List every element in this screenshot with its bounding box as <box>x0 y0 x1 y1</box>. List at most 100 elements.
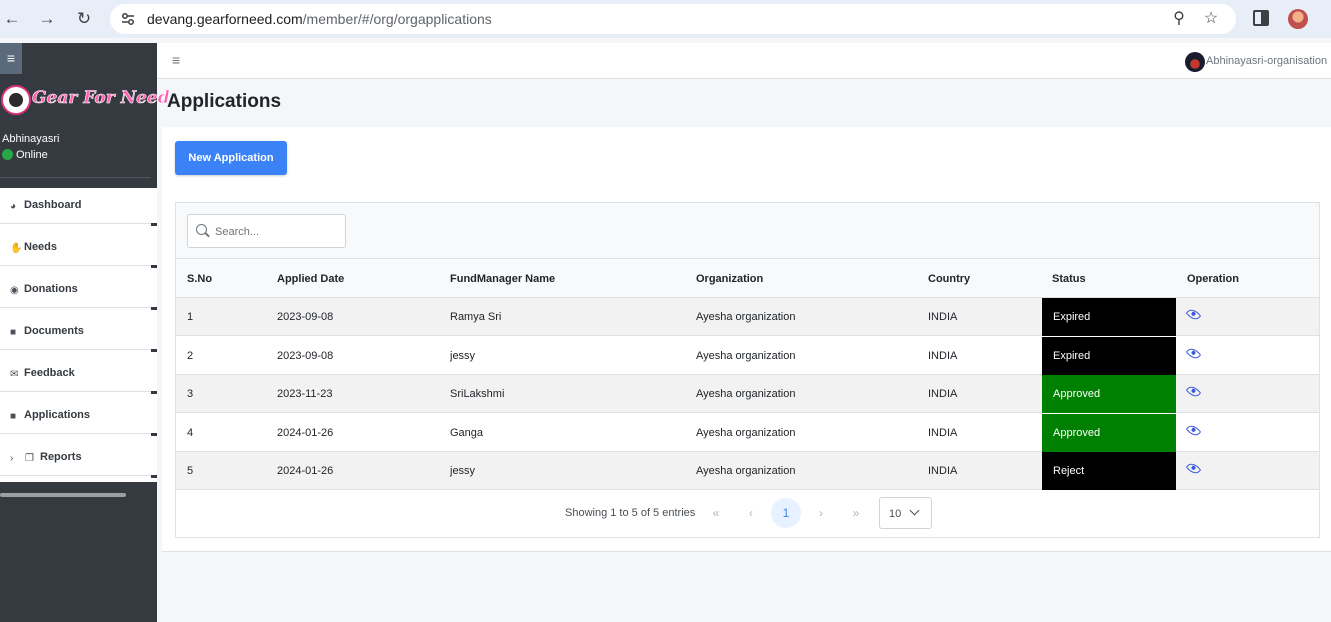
cell-sno: 1 <box>187 311 194 323</box>
column-header-fundmanager[interactable]: FundManager Name <box>450 273 555 285</box>
side-panel-icon[interactable] <box>1253 10 1269 26</box>
cell-sno: 2 <box>187 350 194 362</box>
sidebar-item-needs[interactable]: ✋ Needs <box>0 230 157 268</box>
cell-sno: 3 <box>187 388 194 400</box>
view-eye-icon[interactable] <box>1185 345 1202 362</box>
envelope-icon: ✉ <box>10 369 19 380</box>
status-badge: Approved <box>1042 375 1176 413</box>
cell-applied-date: 2023-09-08 <box>277 350 334 362</box>
status-badge: Reject <box>1042 452 1176 490</box>
address-bar[interactable]: devang.gearforneed.com/member/#/org/orga… <box>110 4 1236 34</box>
cell-organization: Ayesha organization <box>696 311 796 323</box>
previous-page-icon[interactable]: ‹ <box>736 498 766 528</box>
table-header: S.No Applied Date FundManager Name Organ… <box>176 260 1319 298</box>
new-application-button[interactable]: New Application <box>175 141 287 175</box>
column-header-country[interactable]: Country <box>928 273 970 285</box>
sidebar-item-applications[interactable]: ■ Applications <box>0 398 157 436</box>
donation-icon: ◉ <box>10 285 19 296</box>
url-path: /member/#/org/orgapplications <box>302 11 492 27</box>
cell-country: INDIA <box>928 465 958 477</box>
cell-organization: Ayesha organization <box>696 465 796 477</box>
column-header-sno[interactable]: S.No <box>187 273 212 285</box>
search-icon <box>196 224 207 235</box>
sidebar-item-dashboard[interactable]: ◕ Dashboard <box>0 188 157 226</box>
brand[interactable]: Gear For Need <box>0 83 170 119</box>
bookmark-star-icon[interactable]: ☆ <box>1202 10 1220 28</box>
column-header-operation: Operation <box>1187 273 1239 285</box>
sidebar-item-reports[interactable]: › ❐ Reports <box>0 440 157 478</box>
forward-arrow-icon[interactable]: → <box>36 8 58 30</box>
sidebar-item-label: Donations <box>24 283 78 295</box>
page-size-value: 10 <box>889 508 902 520</box>
sidebar-item-label: Dashboard <box>24 199 82 211</box>
cell-organization: Ayesha organization <box>696 388 796 400</box>
sidebar: ≡ Gear For Need Abhinayasri Online ◕ Das… <box>0 43 170 622</box>
search-field[interactable] <box>187 214 346 248</box>
file-icon: ■ <box>10 411 17 422</box>
cell-country: INDIA <box>928 427 958 439</box>
user-avatar[interactable] <box>1185 52 1205 72</box>
site-settings-icon[interactable] <box>120 11 136 27</box>
status-badge: Expired <box>1042 337 1176 375</box>
status-badge: Expired <box>1042 298 1176 336</box>
table-row: 3 2023-11-23 SriLakshmi Ayesha organizat… <box>176 375 1319 413</box>
sidebar-item-feedback[interactable]: ✉ Feedback <box>0 356 157 394</box>
page-size-select[interactable]: 10 <box>879 497 932 529</box>
page-number-button[interactable]: 1 <box>771 498 801 528</box>
column-header-status[interactable]: Status <box>1052 273 1086 285</box>
top-navbar: ≡ Abhinayasri-organisation <box>157 43 1331 79</box>
table-row: 5 2024-01-26 jessy Ayesha organization I… <box>176 452 1319 490</box>
cell-country: INDIA <box>928 350 958 362</box>
cell-country: INDIA <box>928 388 958 400</box>
cell-fundmanager: Ganga <box>450 427 484 439</box>
cell-fundmanager: jessy <box>450 465 476 477</box>
status-text: Online <box>16 149 48 161</box>
view-eye-icon[interactable] <box>1185 460 1202 477</box>
top-user-name[interactable]: Abhinayasri-organisation <box>1206 55 1327 67</box>
cell-applied-date: 2024-01-26 <box>277 465 334 477</box>
pagination-info: Showing 1 to 5 of 5 entries <box>565 507 696 519</box>
column-header-applied-date[interactable]: Applied Date <box>277 273 344 285</box>
back-arrow-icon[interactable]: ← <box>1 8 23 30</box>
cell-fundmanager: Ramya Sri <box>450 311 502 323</box>
next-page-icon[interactable]: › <box>806 498 836 528</box>
hamburger-menu-icon[interactable]: ≡ <box>172 53 180 67</box>
sidebar-menu: ◕ Dashboard ✋ Needs ◉ Donations ■ Docume… <box>0 188 157 482</box>
sidebar-item-donations[interactable]: ◉ Donations <box>0 272 157 310</box>
search-input[interactable] <box>215 223 335 241</box>
view-eye-icon[interactable] <box>1185 383 1202 400</box>
brand-logo-icon <box>1 85 31 115</box>
reload-icon[interactable]: ↻ <box>73 8 95 30</box>
applications-table: S.No Applied Date FundManager Name Organ… <box>175 202 1320 538</box>
cell-sno: 5 <box>187 465 194 477</box>
sidebar-item-label: Documents <box>24 325 84 337</box>
view-eye-icon[interactable] <box>1185 306 1202 323</box>
chevron-right-icon: › <box>10 453 14 464</box>
cell-applied-date: 2024-01-26 <box>277 427 334 439</box>
browser-profile-avatar[interactable] <box>1288 9 1308 29</box>
brand-name: Gear For Need <box>32 88 170 109</box>
sidebar-item-documents[interactable]: ■ Documents <box>0 314 157 352</box>
browser-toolbar: ← → ↻ devang.gearforneed.com/member/#/or… <box>0 0 1331 38</box>
first-page-icon[interactable]: « <box>701 498 731 528</box>
sidebar-item-label: Feedback <box>24 367 75 379</box>
view-eye-icon[interactable] <box>1185 422 1202 439</box>
pagination: Showing 1 to 5 of 5 entries « ‹ 1 › » 10 <box>176 492 1319 538</box>
url-text: devang.gearforneed.com/member/#/org/orga… <box>147 11 492 27</box>
sidebar-user-name[interactable]: Abhinayasri <box>2 133 59 145</box>
cell-organization: Ayesha organization <box>696 350 796 362</box>
sidebar-item-label: Reports <box>40 451 82 463</box>
online-status-icon <box>2 149 13 160</box>
sidebar-item-label: Needs <box>24 241 58 253</box>
sidebar-scrollbar[interactable] <box>0 493 126 497</box>
hand-holding-icon: ✋ <box>10 243 23 254</box>
status-badge: Approved <box>1042 414 1176 452</box>
column-header-organization[interactable]: Organization <box>696 273 763 285</box>
zoom-icon[interactable]: ⚲ <box>1170 10 1188 28</box>
last-page-icon[interactable]: » <box>841 498 871 528</box>
cell-fundmanager: jessy <box>450 350 476 362</box>
sidebar-toggle-icon[interactable]: ≡ <box>0 43 22 74</box>
cell-organization: Ayesha organization <box>696 427 796 439</box>
cell-sno: 4 <box>187 427 194 439</box>
sidebar-user-status: Online <box>2 149 48 161</box>
